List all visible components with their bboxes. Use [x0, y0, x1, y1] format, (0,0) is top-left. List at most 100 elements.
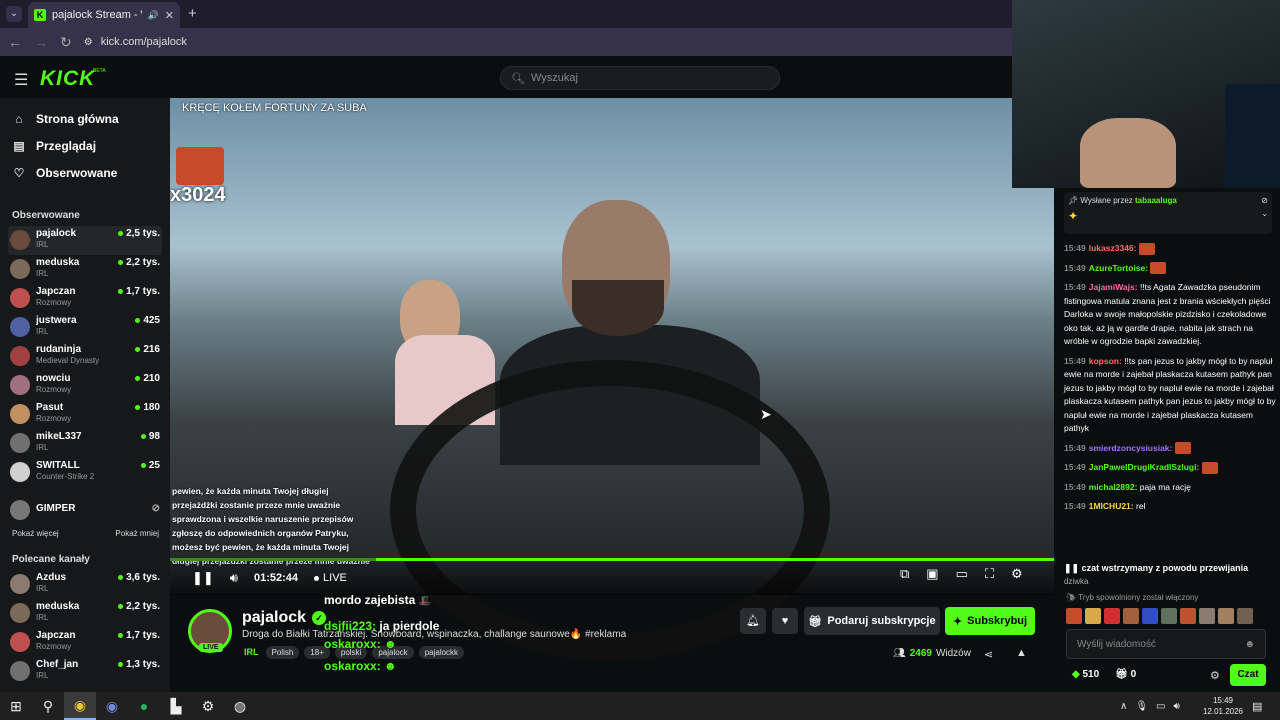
back-arrow-icon[interactable]: ← [8, 34, 22, 50]
chat-settings-icon[interactable]: ⚙ [1210, 669, 1220, 682]
chat-points: ◆ 510 🎁︎ 0 [1072, 669, 1136, 680]
chat-message: 15:49 JajamiWajs: !!ts Agata Zawadzka pse… [1064, 282, 1271, 346]
nav-home[interactable]: ⌂ Strona główna [12, 112, 118, 126]
bell-icon[interactable]: 🔔︎ [740, 608, 766, 634]
show-less-link[interactable]: Pokaż mniej [115, 529, 159, 538]
quick-emote[interactable] [1066, 608, 1082, 624]
settings-gear-icon[interactable]: ⚙ [1011, 566, 1023, 582]
sidebar-channel[interactable]: meduska IRL 2,2 tys. [8, 255, 162, 284]
tray-chevron-icon[interactable]: ∧ [1120, 701, 1127, 712]
channel-category: IRL [36, 327, 49, 336]
volume-icon[interactable]: 🔊︎ [1173, 701, 1179, 712]
steam-icon[interactable]: ⚙ [192, 692, 224, 720]
report-icon[interactable]: ▲ [1016, 647, 1027, 659]
nav-following[interactable]: ♡ Obserwowane [12, 166, 118, 180]
sidebar-channel[interactable]: Japczan Rozmowy 1,7 tys. [8, 284, 162, 313]
channel-viewers: 1,7 tys. [118, 286, 160, 297]
sidebar-channel[interactable]: Pasut Rozmowy 180 [8, 400, 162, 429]
share-icon[interactable]: ⋖ [984, 648, 993, 661]
quick-emote[interactable] [1085, 608, 1101, 624]
tab-search-button[interactable]: ⌄ [6, 6, 22, 22]
nav-label: Obserwowane [36, 166, 118, 180]
volume-icon[interactable]: 🔊︎ [230, 570, 238, 586]
quick-emote[interactable] [1142, 608, 1158, 624]
browse-icon: ▤ [13, 139, 25, 153]
chrome-icon[interactable]: ◉ [64, 692, 96, 720]
sidebar-channel[interactable]: pajalock IRL 2,5 tys. [8, 226, 162, 255]
chevron-down-icon[interactable]: ⌄ [1261, 209, 1268, 223]
clip-icon[interactable]: ⧉ [900, 566, 909, 582]
chat-message: 15:49 smierdzoncysiusiak: [1064, 442, 1276, 456]
search-input[interactable]: 🔍︎ Wyszukaj [500, 66, 780, 90]
forward-arrow-icon[interactable]: → [34, 34, 48, 50]
sidebar-channel[interactable]: SWITALL Counter-Strike 2 25 [8, 458, 162, 487]
quick-emote[interactable] [1218, 608, 1234, 624]
search-icon[interactable]: ⚲ [32, 692, 64, 720]
app-icon[interactable]: ▙ [160, 692, 192, 720]
quick-emotes [1066, 608, 1253, 624]
quick-emote[interactable] [1237, 608, 1253, 624]
spotify-icon[interactable]: ● [128, 692, 160, 720]
channel-name: nowciu [36, 373, 71, 384]
chat-username[interactable]: smierdzoncysiusiak: [1089, 443, 1173, 453]
quick-emote[interactable] [1199, 608, 1215, 624]
chat-username[interactable]: JanPawelDrugiKradlSzlugi: [1089, 462, 1200, 472]
network-icon[interactable]: ▭ [1156, 701, 1165, 712]
start-icon[interactable]: ⊞ [0, 692, 32, 720]
sidebar-channel[interactable]: justwera IRL 425 [8, 313, 162, 342]
chat-username[interactable]: lukasz3346: [1089, 243, 1137, 253]
sidebar-channel[interactable]: meduska IRL 2,2 tys. [8, 599, 162, 628]
nav-browse[interactable]: ▤ Przeglądaj [12, 139, 96, 153]
quick-emote[interactable] [1180, 608, 1196, 624]
sidebar-channel[interactable]: Azdus IRL 3,6 tys. [8, 570, 162, 599]
channel-category: IRL [36, 269, 49, 278]
streamer-name[interactable]: pajalock [242, 609, 306, 627]
chat-username[interactable]: AzureTortoise: [1089, 263, 1148, 273]
sidebar-channel[interactable]: Japczan Rozmowy 1,7 tys. [8, 628, 162, 657]
chat-username[interactable]: michal2892: [1089, 482, 1138, 492]
gifts-balance[interactable]: 🎁︎ 0 [1115, 669, 1136, 680]
notifications-icon[interactable]: ▤ [1252, 700, 1262, 713]
chat-username[interactable]: JajamiWajs: [1089, 282, 1138, 292]
quick-emote[interactable] [1123, 608, 1139, 624]
new-tab-button[interactable]: + [188, 5, 197, 22]
chat-paused-notice[interactable]: ❚❚ czat wstrzymany z powodu przewijania d… [1064, 562, 1274, 588]
mic-icon[interactable]: 🎙︎ [1135, 701, 1148, 712]
url-field[interactable]: kick.com/pajalock [101, 36, 187, 48]
points-balance[interactable]: ◆ 510 [1072, 669, 1099, 680]
chat-username[interactable]: kopson: [1089, 356, 1122, 366]
player-controls-right: ⧉ ▣ ▭ ⛶ ⚙ [900, 566, 1023, 582]
menu-icon[interactable]: ☰ [14, 70, 28, 90]
discord-icon[interactable]: ◉ [96, 692, 128, 720]
speaker-icon[interactable]: 🔊 [148, 10, 159, 21]
miniplayer-icon[interactable]: ▣ [926, 566, 938, 582]
sidebar-channel[interactable]: mikeL337 IRL 98 [8, 429, 162, 458]
sidebar-channel[interactable]: nowciu Rozmowy 210 [8, 371, 162, 400]
unpin-icon[interactable]: ⊘ [1261, 196, 1268, 205]
quick-emote[interactable] [1104, 608, 1120, 624]
tag[interactable]: Polish [265, 645, 300, 659]
follow-heart-icon[interactable]: ♥ [772, 608, 798, 634]
sidebar-channel[interactable]: Chef_jan IRL 1,3 tys. [8, 657, 162, 686]
kick-logo[interactable]: KICK [40, 67, 95, 91]
site-info-icon[interactable]: ⚙ [84, 37, 93, 48]
gift-subs-button[interactable]: 🎁︎ Podaruj subskrypcje [804, 607, 940, 635]
category-link[interactable]: IRL [242, 645, 261, 659]
chat-input[interactable]: Wyślij wiadomość ☻ [1066, 629, 1266, 659]
quick-emote[interactable] [1161, 608, 1177, 624]
fullscreen-icon[interactable]: ⛶ [985, 566, 994, 582]
chat-username[interactable]: 1MICHU21: [1089, 501, 1134, 511]
offline-channel[interactable]: GIMPER ⊘ [8, 496, 162, 525]
reload-icon[interactable]: ↻ [60, 34, 72, 51]
emoji-icon[interactable]: ☻ [1244, 639, 1255, 650]
theater-mode-icon[interactable]: ▭ [956, 566, 968, 582]
sidebar-channel[interactable]: rudaninja Medieval Dynasty 216 [8, 342, 162, 371]
taskbar-clock[interactable]: 15:49 12.01.2026 [1198, 695, 1248, 717]
pause-button[interactable]: ❚❚ [192, 570, 214, 586]
subscribe-button[interactable]: ✦ Subskrybuj [945, 607, 1035, 635]
obs-icon[interactable]: ◍ [224, 692, 256, 720]
browser-tab[interactable]: K pajalock Stream - Watch Li 🔊 ✕ [28, 2, 180, 28]
chat-send-button[interactable]: Czat [1230, 664, 1266, 686]
tab-close-button[interactable]: ✕ [165, 9, 174, 22]
show-more-link[interactable]: Pokaż więcej [12, 529, 59, 538]
